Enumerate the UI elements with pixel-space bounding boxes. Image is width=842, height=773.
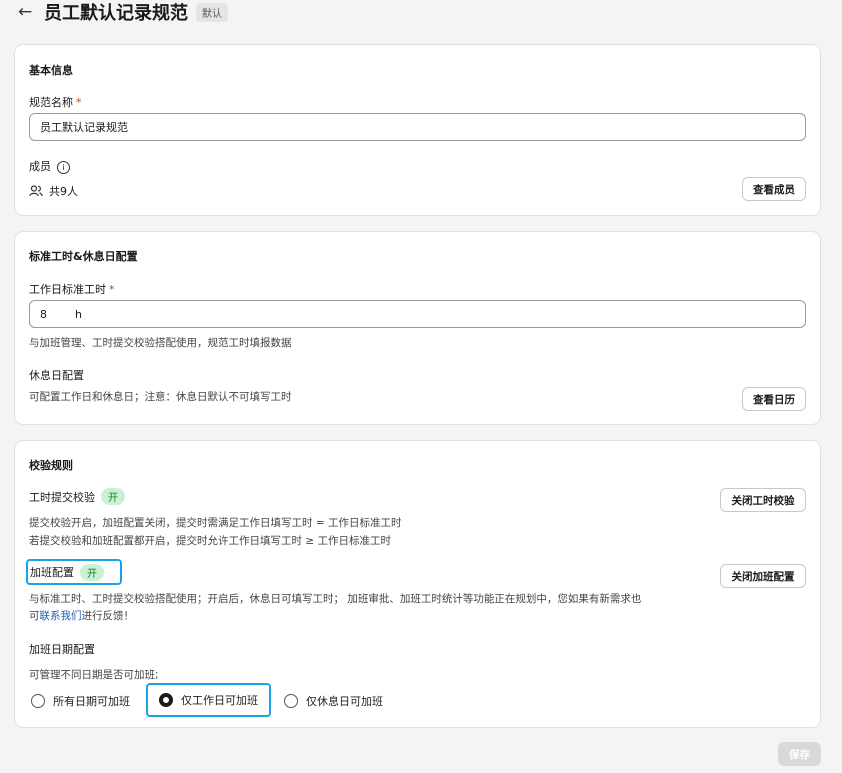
default-tag: 默认 [196,2,228,22]
radio-rest-days-only[interactable]: 仅休息日可加班 [284,693,383,709]
date-config-label: 加班日期配置 [29,643,95,656]
standard-hours-card: 标准工时&休息日配置 工作日标准工时 * 8 h 与加班管理、工时提交校验搭配使用… [14,231,821,425]
radio-unchecked-icon[interactable] [284,694,298,708]
overtime-config-row: 加班配置 开 [26,559,122,585]
standard-hours-input[interactable]: 8 h [29,300,806,328]
close-submit-check-button[interactable]: 关闭工时校验 [720,488,806,512]
overtime-desc-2: 可联系我们进行反馈！ [29,610,134,622]
submit-desc-1: 提交校验开启，加班配置关闭，提交时需满足工作日填写工时 = 工作日标准工时 [29,517,402,529]
submit-desc-2: 若提交校验和加班配置都开启，提交时允许工作日填写工时 ≥ 工作日标准工时 [29,535,391,547]
members-label: 成员 i [29,158,70,174]
close-overtime-button[interactable]: 关闭加班配置 [720,564,806,588]
hours-unit: h [75,307,82,321]
contact-us-link[interactable]: 联系我们 [40,610,82,622]
radio-unchecked-icon[interactable] [31,694,45,708]
radio-checked-icon[interactable] [159,693,173,707]
submit-check-row: 工时提交校验 开 [29,488,125,505]
info-icon[interactable]: i [57,160,70,174]
name-label: 规范名称 * [29,96,82,109]
hours-hint: 与加班管理、工时提交校验搭配使用，规范工时填报数据 [29,337,292,349]
section-title-rules: 校验规则 [29,459,73,472]
radio-workdays-only[interactable]: 仅工作日可加班 [146,683,271,717]
rest-day-hint: 可配置工作日和休息日；注意：休息日默认不可填写工时 [29,391,292,403]
overtime-status-badge: 开 [80,563,104,581]
save-button[interactable]: 保存 [778,742,821,766]
view-calendar-button[interactable]: 查看日历 [742,387,806,411]
members-count: 共9人 [29,183,78,199]
overtime-desc-1: 与标准工时、工时提交校验搭配使用；开启后，休息日可填写工时； 加班审批、加班工时… [29,593,642,605]
basic-info-card: 基本信息 规范名称 * 员工默认记录规范 成员 i 共9人 查看成员 [14,44,821,216]
users-icon [29,185,43,197]
submit-check-status-badge: 开 [101,488,125,505]
radio-all-dates[interactable]: 所有日期可加班 [31,693,130,709]
required-mark: * [76,96,82,109]
date-config-hint: 可管理不同日期是否可加班; [29,669,159,681]
rule-name-input[interactable]: 员工默认记录规范 [29,113,806,141]
validation-rules-card: 校验规则 工时提交校验 开 关闭工时校验 提交校验开启，加班配置关闭，提交时需满… [14,440,821,728]
page-title: 员工默认记录规范 [44,3,188,24]
section-title-basic: 基本信息 [29,64,73,77]
back-arrow-icon[interactable]: ← [18,3,38,21]
page-header: ← 员工默认记录规范 默认 [18,0,228,24]
required-mark: * [109,283,115,296]
view-members-button[interactable]: 查看成员 [742,177,806,201]
hours-label: 工作日标准工时 * [29,283,115,296]
section-title-standard: 标准工时&休息日配置 [29,250,138,263]
rest-day-label: 休息日配置 [29,369,84,382]
